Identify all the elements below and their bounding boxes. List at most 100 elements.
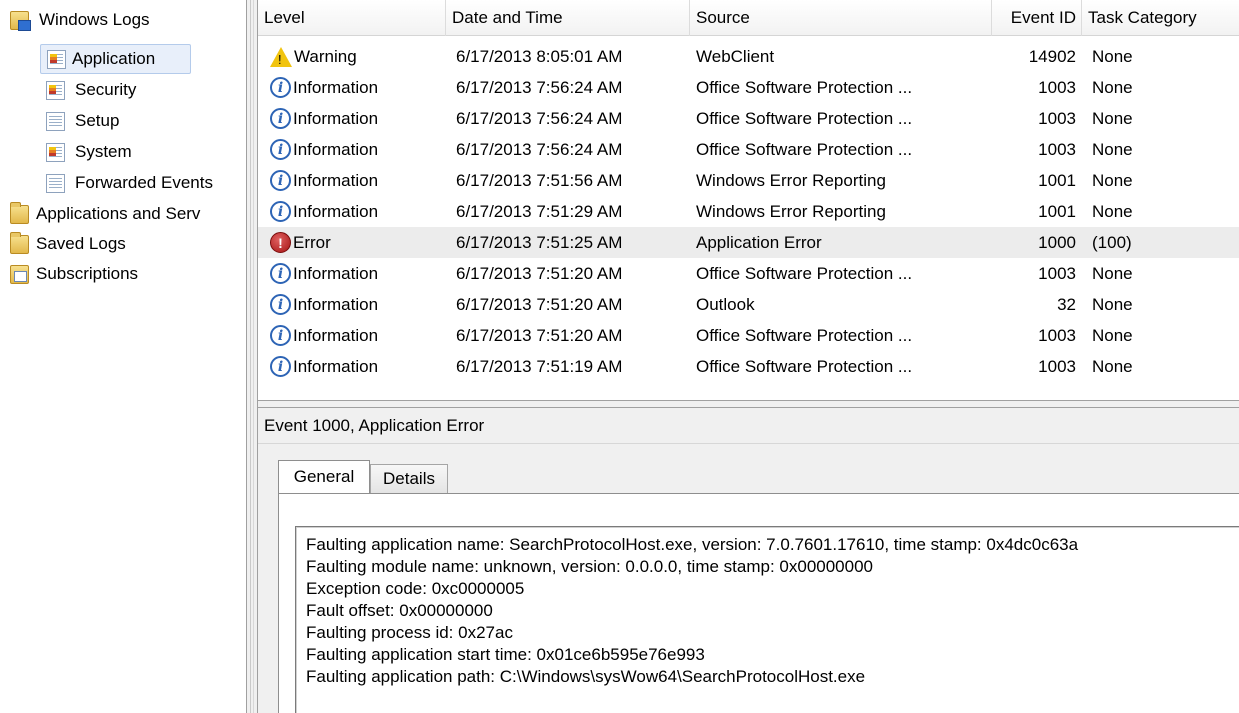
event-level-text: Error bbox=[293, 232, 331, 252]
event-level-text: Information bbox=[293, 77, 379, 97]
information-icon: i bbox=[270, 356, 291, 377]
tree-item-subscriptions[interactable]: Subscriptions bbox=[10, 259, 142, 289]
event-task-category-cell: None bbox=[1092, 46, 1133, 66]
event-row[interactable]: i Information 6/17/2013 7:51:29 AM Windows … bbox=[258, 196, 1239, 227]
information-icon: i bbox=[270, 170, 291, 191]
event-task-category-cell: None bbox=[1092, 201, 1133, 221]
column-header-event-id[interactable]: Event ID bbox=[992, 0, 1082, 36]
column-header-level[interactable]: Level bbox=[258, 0, 446, 36]
tree-item-saved-logs[interactable]: Saved Logs bbox=[10, 229, 130, 259]
event-level-cell: i Information bbox=[270, 320, 446, 351]
horizontal-splitter[interactable] bbox=[258, 400, 1239, 408]
preview-title: Event 1000, Application Error bbox=[258, 408, 1239, 444]
event-list: Level Date and Time Source Event ID Task… bbox=[258, 0, 1239, 400]
event-source-cell: Application Error bbox=[696, 232, 822, 252]
event-level-text: Information bbox=[293, 170, 379, 190]
information-icon: i bbox=[270, 108, 291, 129]
information-icon: i bbox=[270, 263, 291, 284]
forwarded-events-log-icon bbox=[46, 173, 65, 193]
event-level-cell: i Information bbox=[270, 351, 446, 382]
event-source-cell: Office Software Protection ... bbox=[696, 77, 913, 97]
event-level-cell: i Information bbox=[270, 258, 446, 289]
description-line: Faulting application start time: 0x01ce6… bbox=[306, 645, 705, 664]
description-line: Exception code: 0xc0000005 bbox=[306, 579, 525, 598]
tab-general[interactable]: General bbox=[278, 460, 370, 493]
event-description-box[interactable]: Faulting application name: SearchProtoco… bbox=[295, 526, 1239, 713]
event-row[interactable]: i Information 6/17/2013 7:56:24 AM Office S… bbox=[258, 72, 1239, 103]
tree-item-label: Security bbox=[75, 80, 137, 99]
tree-item-forwarded-events[interactable]: Forwarded Events bbox=[46, 168, 217, 198]
event-id-cell: 1003 bbox=[1038, 356, 1076, 376]
tree-item-setup[interactable]: Setup bbox=[46, 106, 123, 136]
event-level-cell: i Information bbox=[270, 134, 446, 165]
tree-item-system[interactable]: System bbox=[46, 137, 136, 167]
event-row[interactable]: i Information 6/17/2013 7:56:24 AM Office S… bbox=[258, 134, 1239, 165]
warning-icon: ! bbox=[270, 46, 292, 67]
event-task-category-cell: (100) bbox=[1092, 232, 1132, 252]
event-date-cell: 6/17/2013 7:56:24 AM bbox=[456, 77, 623, 97]
event-task-category-cell: None bbox=[1092, 77, 1133, 97]
event-level-text: Information bbox=[293, 325, 379, 345]
event-task-category-cell: None bbox=[1092, 170, 1133, 190]
tree-item-security[interactable]: Security bbox=[46, 75, 140, 105]
event-source-cell: Office Software Protection ... bbox=[696, 139, 913, 159]
event-date-cell: 6/17/2013 7:56:24 AM bbox=[456, 108, 623, 128]
event-row[interactable]: i Information 6/17/2013 7:56:24 AM Office S… bbox=[258, 103, 1239, 134]
column-header-source[interactable]: Source bbox=[690, 0, 992, 36]
vertical-splitter[interactable] bbox=[246, 0, 258, 713]
tree-item-application[interactable]: Application bbox=[40, 44, 191, 74]
event-row[interactable]: i Information 6/17/2013 7:51:20 AM Outlook 3… bbox=[258, 289, 1239, 320]
event-id-cell: 1000 bbox=[1038, 232, 1076, 252]
event-level-text: Warning bbox=[294, 46, 357, 66]
event-task-category-cell: None bbox=[1092, 325, 1133, 345]
event-level-cell: i Information bbox=[270, 165, 446, 196]
event-row[interactable]: i Information 6/17/2013 7:51:19 AM Office S… bbox=[258, 351, 1239, 382]
general-tab-body: Faulting application name: SearchProtoco… bbox=[278, 493, 1239, 713]
tree-item-label: Forwarded Events bbox=[75, 173, 213, 192]
event-source-cell: Office Software Protection ... bbox=[696, 356, 913, 376]
tree-item-label: Applications and Serv bbox=[36, 204, 201, 223]
description-line: Fault offset: 0x00000000 bbox=[306, 601, 493, 620]
event-level-cell: i Information bbox=[270, 72, 446, 103]
event-date-cell: 6/17/2013 7:51:29 AM bbox=[456, 201, 623, 221]
event-level-cell: ! Warning bbox=[270, 41, 446, 72]
event-task-category-cell: None bbox=[1092, 263, 1133, 283]
event-row[interactable]: i Information 6/17/2013 7:51:56 AM Windows … bbox=[258, 165, 1239, 196]
folder-icon bbox=[10, 201, 29, 224]
event-row[interactable]: i Information 6/17/2013 7:51:20 AM Office S… bbox=[258, 320, 1239, 351]
tree-item-windows-logs[interactable]: Windows Logs bbox=[10, 5, 154, 35]
event-source-cell: WebClient bbox=[696, 46, 775, 66]
event-task-category-cell: None bbox=[1092, 356, 1133, 376]
event-row[interactable]: ! Error 6/17/2013 7:51:25 AM Application Er… bbox=[258, 227, 1239, 258]
event-level-text: Information bbox=[293, 294, 379, 314]
event-id-cell: 1001 bbox=[1038, 170, 1076, 190]
information-icon: i bbox=[270, 201, 291, 222]
event-date-cell: 6/17/2013 7:51:20 AM bbox=[456, 325, 623, 345]
setup-log-icon bbox=[46, 111, 65, 131]
event-id-cell: 1003 bbox=[1038, 108, 1076, 128]
event-date-cell: 6/17/2013 7:51:25 AM bbox=[456, 232, 623, 252]
column-header-task-category[interactable]: Task Category bbox=[1082, 0, 1239, 36]
event-row[interactable]: i Information 6/17/2013 7:51:20 AM Office S… bbox=[258, 258, 1239, 289]
event-list-header: Level Date and Time Source Event ID Task… bbox=[258, 0, 1239, 36]
information-icon: i bbox=[270, 294, 291, 315]
description-line: Faulting process id: 0x27ac bbox=[306, 623, 513, 642]
event-source-cell: Office Software Protection ... bbox=[696, 325, 913, 345]
information-icon: i bbox=[270, 325, 291, 346]
tab-details[interactable]: Details bbox=[370, 464, 448, 493]
tree-item-label: Setup bbox=[75, 111, 120, 130]
tree-item-label: System bbox=[75, 142, 132, 161]
tree-item-applications-and-services[interactable]: Applications and Serv bbox=[10, 199, 204, 229]
windows-logs-folder-icon bbox=[10, 10, 31, 31]
tree-item-label: Subscriptions bbox=[36, 264, 139, 283]
column-header-date-time[interactable]: Date and Time bbox=[446, 0, 690, 36]
event-row[interactable]: ! Warning 6/17/2013 8:05:01 AM WebClient 149… bbox=[258, 41, 1239, 72]
event-id-cell: 1001 bbox=[1038, 201, 1076, 221]
event-preview-pane: Event 1000, Application Error General De… bbox=[258, 408, 1239, 713]
tree-item-label: Windows Logs bbox=[39, 10, 150, 29]
event-id-cell: 1003 bbox=[1038, 77, 1076, 97]
description-line: Faulting application path: C:\Windows\sy… bbox=[306, 667, 866, 686]
event-date-cell: 6/17/2013 7:51:20 AM bbox=[456, 263, 623, 283]
event-date-cell: 6/17/2013 8:05:01 AM bbox=[456, 46, 623, 66]
event-source-cell: Office Software Protection ... bbox=[696, 263, 913, 283]
